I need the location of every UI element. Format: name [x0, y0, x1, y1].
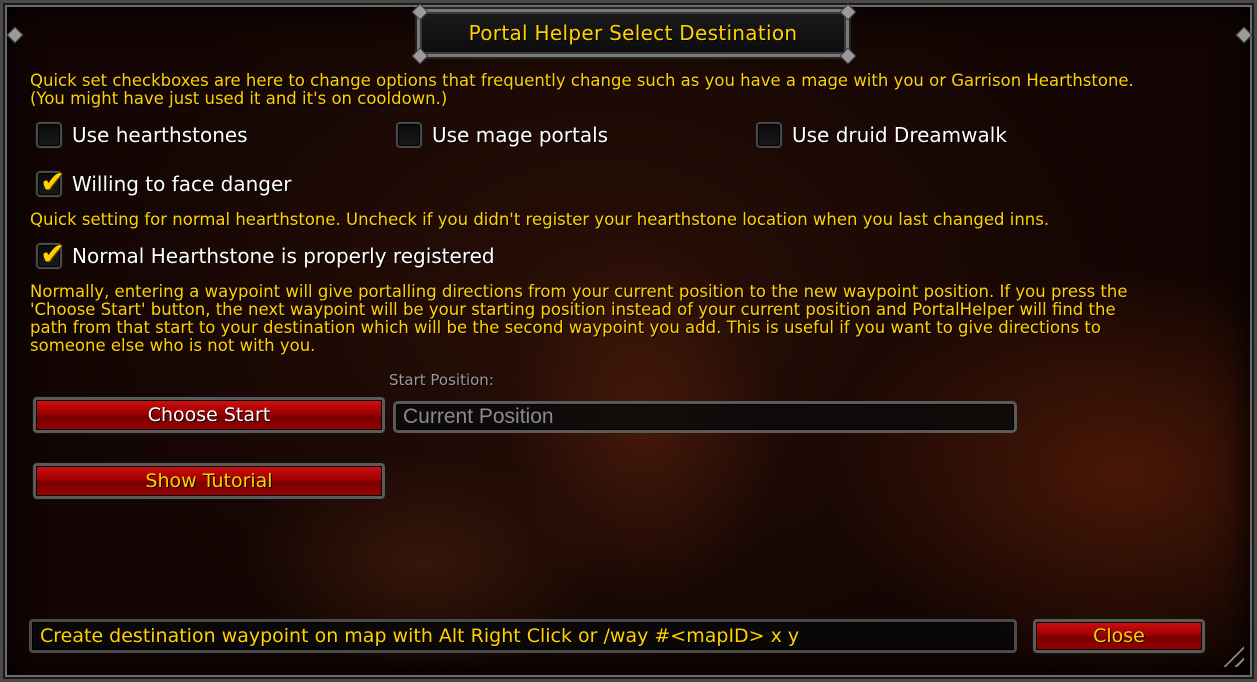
use-mage-portals-checkbox[interactable]: [396, 122, 422, 148]
title-bar[interactable]: Portal Helper Select Destination: [417, 9, 849, 57]
title-corner-ornament: [836, 0, 858, 22]
start-position-input[interactable]: [393, 401, 1017, 433]
use-hearthstones-label: Use hearthstones: [72, 123, 248, 147]
resize-grip-icon[interactable]: [1218, 641, 1244, 667]
title-corner-ornament: [408, 0, 430, 22]
hearthstone-note: Quick setting for normal hearthstone. Un…: [30, 210, 1050, 229]
checkmark-icon: ✔: [40, 237, 66, 272]
choose-start-button[interactable]: Choose Start: [33, 397, 385, 433]
title-corner-ornament: [836, 44, 858, 66]
willing-to-face-danger-checkbox[interactable]: ✔: [36, 165, 65, 200]
use-druid-dreamwalk-label: Use druid Dreamwalk: [792, 123, 1007, 147]
normal-hearthstone-option[interactable]: ✔ Normal Hearthstone is properly registe…: [36, 237, 495, 272]
choose-start-label: Choose Start: [147, 404, 271, 426]
close-label: Close: [1093, 625, 1145, 647]
use-hearthstones-option[interactable]: Use hearthstones: [36, 120, 248, 150]
window-title: Portal Helper Select Destination: [468, 21, 798, 45]
frame-corner-ornament: [3, 23, 25, 45]
waypoint-explanation: Normally, entering a waypoint will give …: [30, 282, 1128, 355]
close-button[interactable]: Close: [1033, 619, 1205, 653]
status-text-box: Create destination waypoint on map with …: [29, 619, 1017, 653]
portal-helper-window: Portal Helper Select Destination Quick s…: [0, 0, 1257, 682]
willing-to-face-danger-option[interactable]: ✔ Willing to face danger: [36, 165, 292, 200]
show-tutorial-label: Show Tutorial: [145, 470, 273, 492]
use-druid-dreamwalk-option[interactable]: Use druid Dreamwalk: [756, 120, 1007, 150]
use-hearthstones-checkbox[interactable]: [36, 122, 62, 148]
intro-text: Quick set checkboxes are here to change …: [30, 71, 1134, 108]
use-mage-portals-option[interactable]: Use mage portals: [396, 120, 608, 150]
start-position-label: Start Position:: [389, 371, 494, 389]
title-corner-ornament: [408, 44, 430, 66]
frame-corner-ornament: [1232, 23, 1254, 45]
use-mage-portals-label: Use mage portals: [432, 123, 609, 147]
checkmark-icon: ✔: [40, 165, 66, 200]
willing-to-face-danger-label: Willing to face danger: [72, 172, 292, 196]
use-druid-dreamwalk-checkbox[interactable]: [756, 122, 782, 148]
normal-hearthstone-checkbox[interactable]: ✔: [36, 237, 65, 272]
status-text: Create destination waypoint on map with …: [40, 625, 800, 647]
show-tutorial-button[interactable]: Show Tutorial: [33, 463, 385, 499]
normal-hearthstone-label: Normal Hearthstone is properly registere…: [72, 244, 495, 268]
